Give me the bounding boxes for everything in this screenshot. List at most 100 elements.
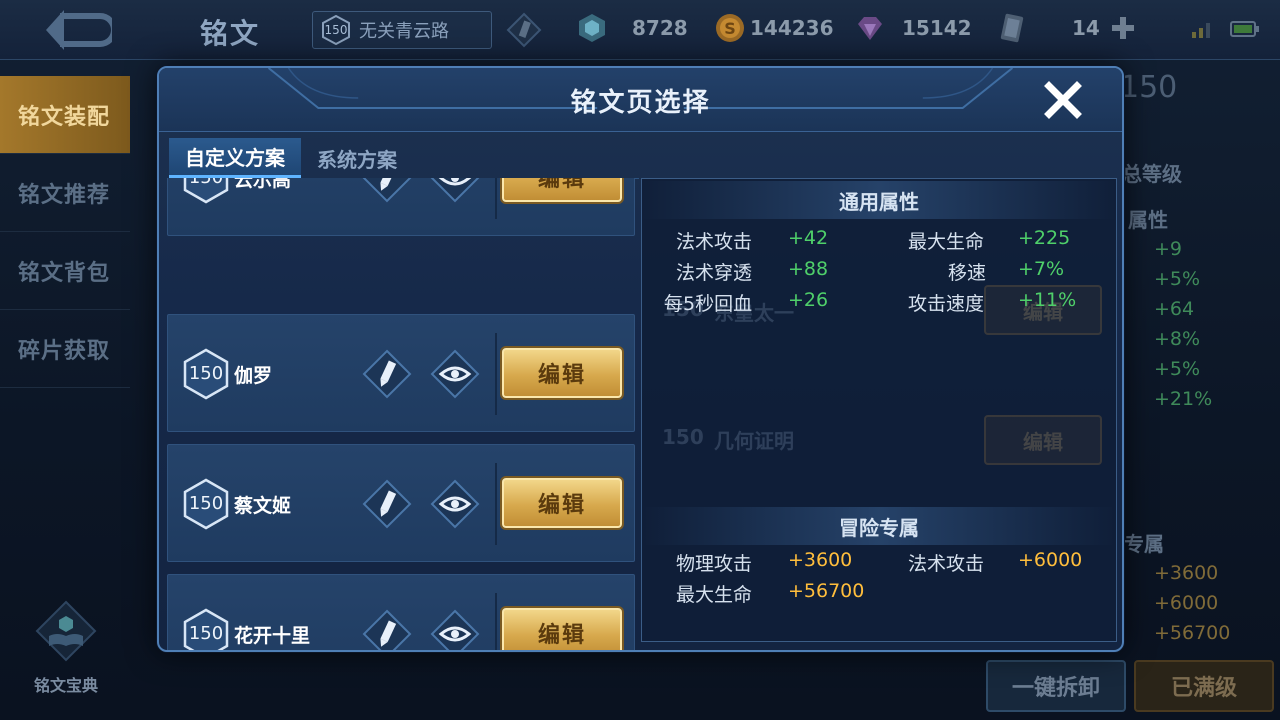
bg-stat: +5% [1154, 268, 1201, 290]
page-list[interactable]: 150 云示高 编辑 150 伽罗 编辑 150 蔡文 [167, 178, 637, 652]
eye-icon[interactable] [430, 178, 480, 203]
pencil-icon[interactable] [362, 609, 412, 652]
page-title: 铭文 [200, 17, 261, 50]
crystal-icon [579, 14, 605, 42]
edit-button[interactable]: 编辑 [502, 348, 622, 398]
page-name: 蔡文姬 [234, 495, 292, 517]
attr-row: +225 [1018, 227, 1070, 249]
attr-key: 攻击速度 [908, 293, 985, 315]
maxed-button[interactable]: 已满级 [1134, 660, 1274, 712]
attr-label: 属性 [1128, 208, 1168, 232]
attr-value: +26 [788, 289, 829, 311]
scheme-tabs: 自定义方案 系统方案 [169, 138, 413, 178]
gem-resource: 15142 [854, 12, 972, 44]
attr-key: 物理攻击 [676, 553, 753, 575]
top-bar: 铭文 150 无关青云路 8728 S 144236 15142 14 [0, 0, 1280, 60]
attr-row: +6000 [1018, 549, 1082, 571]
level-hex-icon: 150 [182, 348, 230, 400]
card-resource: 14 [996, 12, 1136, 44]
attr-row: 最大生命 [908, 227, 984, 254]
nav-item-equip[interactable]: 铭文装配 [0, 76, 130, 154]
card-divider [495, 333, 497, 415]
attr-row: 法术穿透 [676, 258, 752, 285]
tab-custom-scheme[interactable]: 自定义方案 [169, 138, 301, 178]
card-divider [495, 463, 497, 545]
attr-row: 攻击速度 [908, 289, 984, 316]
list-item[interactable]: 150 蔡文姬 编辑 [167, 444, 635, 562]
attr-key: 每5秒回血 [664, 293, 753, 315]
total-level-label: 总等级 [1122, 162, 1182, 186]
back-arrow-icon[interactable] [38, 10, 112, 50]
pencil-icon[interactable] [506, 12, 542, 48]
attr-row: 物理攻击 [676, 549, 752, 576]
list-item[interactable]: 150 伽罗 编辑 [167, 314, 635, 432]
current-page-badge[interactable]: 150 无关青云路 [312, 11, 492, 49]
nav-item-backpack[interactable]: 铭文背包 [0, 232, 130, 310]
codex-label: 铭文宝典 [33, 676, 98, 695]
edit-button[interactable]: 编辑 [502, 178, 622, 202]
plus-icon[interactable] [1110, 15, 1136, 41]
level-hex-icon: 150 [182, 608, 230, 650]
list-item[interactable]: 150 花开十里 编辑 [167, 574, 635, 652]
attr-row: +56700 [788, 580, 864, 602]
attr-value: +42 [788, 227, 829, 249]
ghost-edit-button: 编辑 [984, 415, 1102, 465]
attr-row: 最大生命 [676, 580, 752, 607]
attr-row: 法术攻击 [908, 549, 984, 576]
attr-key: 法术穿透 [676, 262, 753, 284]
battery-icon [1230, 21, 1259, 37]
svg-text:S: S [724, 19, 736, 38]
status-icons [1190, 20, 1260, 38]
side-nav: 铭文装配 铭文推荐 铭文背包 碎片获取 [0, 76, 130, 388]
page-level: 150 [188, 623, 224, 644]
attr-row: +42 [788, 227, 828, 249]
pencil-icon[interactable] [362, 178, 412, 203]
level-hex-icon: 150 [321, 15, 351, 45]
edit-button[interactable]: 编辑 [502, 608, 622, 650]
pencil-icon[interactable] [362, 349, 412, 399]
attr-key: 法术攻击 [908, 553, 985, 575]
codex-button[interactable]: 铭文宝典 [26, 600, 106, 696]
bg-stat: +21% [1154, 388, 1213, 410]
list-item[interactable]: 150 云示高 编辑 [167, 178, 635, 236]
close-icon[interactable] [1041, 78, 1085, 122]
nav-item-fragments[interactable]: 碎片获取 [0, 310, 130, 388]
tab-system-scheme[interactable]: 系统方案 [301, 138, 413, 178]
gem-icon [858, 17, 882, 40]
attribute-panel: 150 东皇太一 150 几何证明 编辑 编辑 通用属性 法术攻击 +42 最大… [641, 178, 1117, 642]
book-icon [35, 600, 97, 662]
attr-key: 最大生命 [676, 584, 753, 606]
general-attr-title: 通用属性 [642, 181, 1116, 219]
attr-row: +7% [1018, 258, 1064, 280]
eye-icon[interactable] [430, 349, 480, 399]
bg-adv-stat: +6000 [1154, 592, 1219, 614]
eye-icon[interactable] [430, 609, 480, 652]
edit-button[interactable]: 编辑 [502, 478, 622, 528]
bg-stat: +64 [1154, 298, 1195, 320]
pencil-icon[interactable] [362, 479, 412, 529]
nav-item-recommend[interactable]: 铭文推荐 [0, 154, 130, 232]
unload-all-button[interactable]: 一键拆卸 [986, 660, 1126, 712]
ghost-page-name: 几何证明 [714, 429, 794, 453]
eye-icon[interactable] [430, 479, 480, 529]
attr-row: +26 [788, 289, 828, 311]
attr-key: 最大生命 [908, 231, 985, 253]
attr-value: +56700 [788, 580, 865, 602]
attr-value: +3600 [788, 549, 853, 571]
dialog-title: 铭文页选择 [570, 88, 711, 118]
attr-value: +88 [788, 258, 829, 280]
page-level: 150 [182, 178, 230, 188]
attr-key: 法术攻击 [676, 231, 753, 253]
page-level: 150 [188, 363, 224, 384]
attr-row: +88 [788, 258, 828, 280]
attr-value: +225 [1018, 227, 1071, 249]
page-level: 150 [188, 493, 224, 514]
crystal-resource: 8728 [576, 12, 688, 44]
attr-row: +11% [1018, 289, 1076, 311]
adventure-attr-title: 冒险专属 [642, 507, 1116, 545]
page-select-dialog: 铭文页选择 自定义方案 系统方案 150 云示高 编辑 150 [157, 66, 1124, 652]
bg-stat: +9 [1154, 238, 1183, 260]
coin-resource: S 144236 [714, 12, 834, 44]
page-name: 花开十里 [234, 625, 311, 647]
background-stats: 150 总等级 属性 +9 +5% +64 +8% +5% +21% 专属 +3… [1110, 70, 1280, 650]
